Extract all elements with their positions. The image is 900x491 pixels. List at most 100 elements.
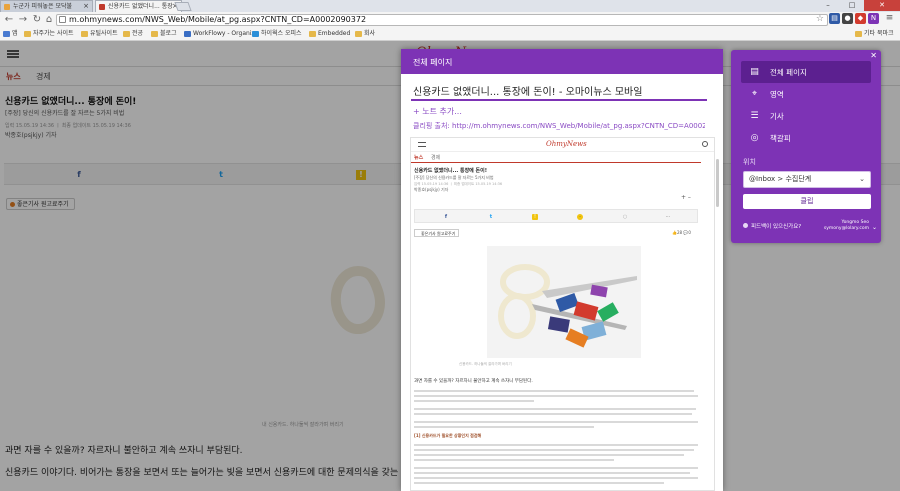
- other-bookmarks[interactable]: 기타 북마크: [855, 29, 894, 39]
- mode-article[interactable]: ☰ 기사: [741, 105, 871, 127]
- tab-favicon: [99, 4, 105, 10]
- add-note-link[interactable]: + 노트 추가...: [413, 106, 462, 117]
- onenote-extension-icon[interactable]: N: [868, 13, 879, 24]
- preview-share-bar: f t ! · ○ ⋯: [414, 209, 698, 223]
- extension-icon[interactable]: ◆: [855, 13, 866, 24]
- hiworks-icon: [252, 31, 259, 37]
- extension-icon[interactable]: ●: [842, 13, 853, 24]
- preview-text-line: [414, 482, 664, 484]
- preview-like-count: 👍28 💬0: [672, 230, 691, 235]
- bookmarks-bar: 앱 자주가는 사이트 유틸사이트 전공 블로그 WorkFlowy - Orga…: [0, 28, 900, 41]
- bookmark-folder[interactable]: Embedded: [309, 29, 350, 39]
- preview-logo: OhmyNews: [546, 140, 587, 148]
- user-email: symony@lolary.com: [823, 226, 869, 231]
- page-icon: [59, 16, 66, 23]
- address-bar[interactable]: m.ohmynews.com/NWS_Web/Mobile/at_pg.aspx…: [56, 14, 828, 26]
- extension-icon[interactable]: ▤: [829, 13, 840, 24]
- workflowy-icon: [184, 31, 191, 37]
- back-icon[interactable]: ←: [3, 14, 15, 26]
- clip-button[interactable]: 클립: [743, 194, 871, 209]
- preview-text-line: [414, 395, 698, 397]
- preview-rule: [411, 162, 701, 163]
- preview-photo-caption: 신용카드. 하나둘씩 잘라가며 버리기: [459, 362, 512, 366]
- feedback-link[interactable]: 피드백이 있으신가요?: [743, 222, 801, 230]
- preview-text-line: [414, 408, 696, 410]
- bookmark-label: 블로그: [160, 30, 177, 37]
- preview-tip-button: 좋은기사 원고료주기: [414, 229, 460, 237]
- mode-label: 영역: [770, 90, 784, 99]
- folder-icon: [355, 31, 362, 37]
- bookmark-hiworks[interactable]: 하이웍스 오피스: [252, 29, 302, 39]
- crosshair-icon: ⌖: [751, 89, 758, 99]
- globe-icon: ◎: [750, 133, 759, 143]
- page-preview: OhmyNews 뉴스 경제 신용카드 없앴더니... 통장에 돈이! [주장]…: [410, 137, 715, 491]
- band-icon: ○: [622, 214, 628, 220]
- bookmark-label: Embedded: [318, 30, 351, 37]
- preview-text-line: [414, 449, 694, 451]
- scissors-photo: [487, 246, 641, 358]
- tab-close-icon[interactable]: ×: [83, 1, 89, 12]
- preview-text-line: [414, 454, 684, 456]
- location-dropdown[interactable]: @Inbox > 수집단계 ⌄: [743, 171, 871, 188]
- maximize-button[interactable]: □: [840, 0, 864, 11]
- twitter-icon: t: [489, 214, 493, 220]
- onenote-clipper-panel: ✕ ▤ 전체 페이지 ⌖ 영역 ☰ 기사 ◎ 책갈피 위치 @Inbox > 수…: [731, 50, 881, 243]
- preview-subsection: 경제: [431, 155, 441, 161]
- article-icon: ☰: [750, 111, 759, 121]
- preview-font-controls: + –: [681, 194, 691, 201]
- home-icon[interactable]: ⌂: [43, 14, 55, 26]
- folder-icon: [81, 31, 88, 37]
- preview-text-line: [414, 400, 534, 402]
- preview-subtitle: [주장] 당신의 신용카드를 잘 자르는 5가지 비법: [414, 175, 494, 180]
- clip-title-field[interactable]: 신용카드 없앴더니... 통장에 돈이! - 오마이뉴스 모바일: [413, 83, 642, 98]
- folder-icon: [24, 31, 31, 37]
- user-account[interactable]: Yongmo Seo symony@lolary.com: [824, 220, 869, 232]
- bookmark-folder[interactable]: 자주가는 사이트: [24, 29, 74, 39]
- kakaostory-icon: !: [532, 214, 538, 220]
- close-window-button[interactable]: ✕: [864, 0, 900, 11]
- bookmark-folder[interactable]: 전공: [123, 29, 143, 39]
- minimize-button[interactable]: –: [816, 0, 840, 11]
- bookmark-label: 유틸사이트: [90, 30, 118, 37]
- bookmark-label: WorkFlowy - Organiz: [193, 30, 255, 37]
- preview-title: 신용카드 없앴더니... 통장에 돈이!: [414, 168, 488, 174]
- preview-byline: 박종호(psjkjy) 기자: [414, 187, 449, 192]
- clip-preview-header: 전체 페이지: [401, 49, 723, 74]
- tab-campfire[interactable]: 누군가 피워놓은 모닥불 ×: [0, 0, 93, 12]
- bookmark-star-icon[interactable]: ☆: [816, 14, 824, 24]
- apps-icon: [3, 31, 10, 37]
- mode-label: 책갈피: [770, 134, 791, 143]
- reload-icon[interactable]: ↻: [31, 14, 43, 26]
- bookmark-label: 자주가는 사이트: [33, 30, 74, 37]
- mode-bookmark[interactable]: ◎ 책갈피: [741, 127, 871, 149]
- preview-text-line: [414, 472, 690, 474]
- bookmark-folder[interactable]: 회사: [355, 29, 375, 39]
- browser-toolbar: ← → ↻ ⌂ m.ohmynews.com/NWS_Web/Mobile/at…: [0, 12, 900, 28]
- clip-source-url: 클리핑 출처: http://m.ohmynews.com/NWS_Web/Mo…: [413, 122, 705, 130]
- preview-paragraph: 과면 자를 수 있을까? 자르자니 불안하고 계속 쓰자니 부담된다.: [414, 379, 533, 384]
- folder-icon: [309, 31, 316, 37]
- clip-mode-title: 전체 페이지: [413, 58, 453, 67]
- preview-scrollbar[interactable]: [716, 159, 719, 207]
- bookmark-apps[interactable]: 앱: [3, 29, 18, 39]
- preview-text-line: [414, 421, 698, 423]
- new-tab-button[interactable]: [174, 2, 192, 11]
- mode-full-page[interactable]: ▤ 전체 페이지: [741, 61, 871, 83]
- preview-text-line: [414, 390, 694, 392]
- close-icon[interactable]: ✕: [870, 51, 877, 60]
- bookmark-folder[interactable]: 블로그: [151, 29, 177, 39]
- mode-label: 전체 페이지: [770, 68, 807, 77]
- forward-icon[interactable]: →: [17, 14, 29, 26]
- menu-icon[interactable]: ≡: [884, 13, 895, 24]
- bookmark-label: 전공: [132, 30, 144, 37]
- preview-text-line: [414, 477, 698, 479]
- chevron-down-icon[interactable]: ⌄: [872, 224, 877, 231]
- preview-text-line: [414, 444, 698, 446]
- bookmark-label: 하이웍스 오피스: [261, 30, 302, 37]
- url-text: m.ohmynews.com/NWS_Web/Mobile/at_pg.aspx…: [69, 15, 367, 24]
- bookmark-workflowy[interactable]: WorkFlowy - Organiz: [184, 29, 255, 39]
- bookmark-folder[interactable]: 유틸사이트: [81, 29, 118, 39]
- tab-article[interactable]: 신용카드 없앴더니... 통장 ×: [95, 0, 182, 12]
- mode-region[interactable]: ⌖ 영역: [741, 83, 871, 105]
- bookmark-label: 기타 북마크: [864, 30, 894, 37]
